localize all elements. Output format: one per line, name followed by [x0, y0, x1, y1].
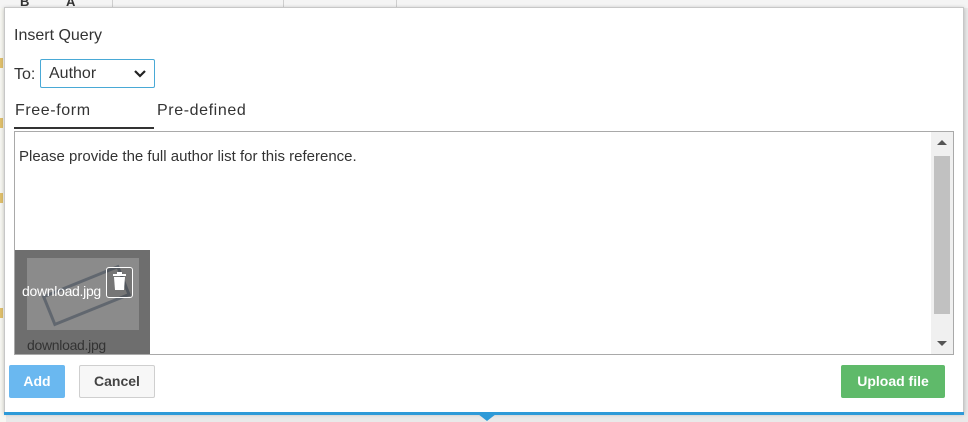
scroll-up-arrow-icon[interactable] — [931, 132, 953, 154]
query-text-editor[interactable]: Please provide the full author list for … — [14, 131, 954, 355]
attachment-filename-overlay: download.jpg — [22, 283, 101, 299]
add-button[interactable]: Add — [9, 365, 65, 398]
delete-attachment-button[interactable] — [106, 267, 133, 298]
to-label: To: — [14, 66, 36, 83]
query-text[interactable]: Please provide the full author list for … — [19, 148, 357, 165]
recipient-select-value: Author — [49, 65, 97, 82]
recipient-select[interactable]: Author — [40, 59, 155, 88]
attachment-caption: download.jpg — [27, 337, 106, 353]
scrollbar-thumb[interactable] — [934, 156, 950, 314]
editor-scrollbar[interactable] — [931, 132, 953, 354]
attachment-preview: download.jpg download.jpg — [15, 250, 150, 354]
cancel-button[interactable]: Cancel — [79, 365, 155, 398]
tab-pre-defined[interactable]: Pre-defined — [157, 102, 246, 120]
tab-free-form[interactable]: Free-form — [15, 102, 91, 120]
dialog-title: Insert Query — [14, 27, 103, 44]
active-tab-indicator — [14, 127, 154, 129]
upload-file-button[interactable]: Upload file — [841, 365, 945, 398]
trash-icon — [113, 272, 126, 290]
insert-query-dialog: Insert Query To: Author Free-form Pre-de… — [4, 7, 964, 413]
chevron-down-icon — [134, 70, 146, 78]
scroll-down-arrow-icon[interactable] — [931, 332, 953, 354]
dialog-pointer — [478, 414, 496, 421]
